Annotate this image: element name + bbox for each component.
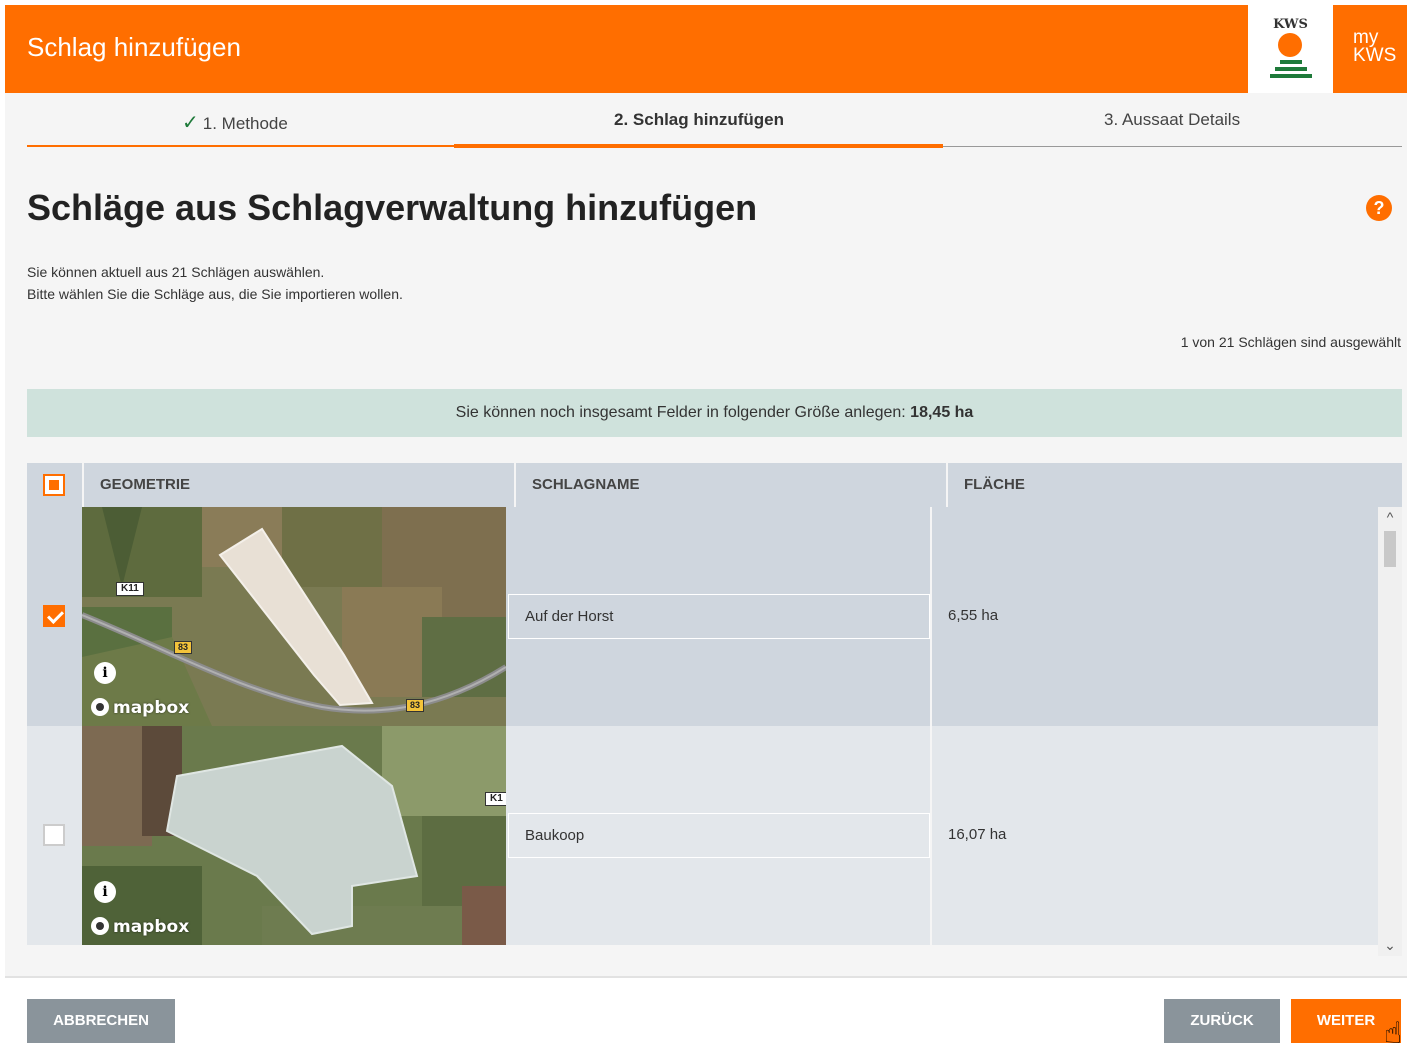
kws-logo[interactable]: KWS <box>1248 5 1333 93</box>
mapbox-logo[interactable]: mapbox <box>91 698 189 718</box>
step-progress-done <box>27 145 454 147</box>
mapbox-icon <box>91 917 109 935</box>
step-aussaat-details[interactable]: 3. Aussaat Details <box>1104 110 1240 130</box>
checkmark-icon: ✓ <box>182 112 199 134</box>
step-label: 3. Aussaat Details <box>1104 110 1241 129</box>
mapbox-icon <box>91 698 109 716</box>
mapbox-logo[interactable]: mapbox <box>91 917 189 937</box>
column-header-schlagname[interactable]: SCHLAGNAME <box>514 463 946 507</box>
road-number: 83 <box>406 699 425 712</box>
page-title: Schläge aus Schlagverwaltung hinzufügen <box>27 187 758 228</box>
field-map-thumbnail[interactable]: K11 83 83 i mapbox <box>82 507 506 726</box>
header-bar: Schlag hinzufügen <box>5 5 1248 93</box>
field-map-thumbnail[interactable]: K1 i mapbox <box>82 726 506 945</box>
map-info-icon[interactable]: i <box>94 662 116 684</box>
fields-table: GEOMETRIE SCHLAGNAME FLÄCHE K11 83 83 i … <box>27 463 1402 956</box>
sun-icon <box>1278 33 1302 57</box>
table-row[interactable]: K1 i mapbox Baukoop 16,07 ha <box>27 726 1378 945</box>
table-scrollbar[interactable]: ^ ⌄ <box>1378 507 1402 956</box>
footer-bar: ABBRECHEN ZURÜCK WEITER <box>5 978 1407 1053</box>
map-info-icon[interactable]: i <box>94 881 116 903</box>
scroll-up-icon[interactable]: ^ <box>1378 509 1402 525</box>
mapbox-text: mapbox <box>113 698 190 718</box>
scroll-down-icon[interactable]: ⌄ <box>1378 937 1402 954</box>
field-lines-icon <box>1268 57 1313 78</box>
mapbox-text: mapbox <box>113 917 190 937</box>
step-label: 1. Methode <box>202 114 288 133</box>
table-header: GEOMETRIE SCHLAGNAME FLÄCHE <box>27 463 1402 507</box>
table-row[interactable]: K11 83 83 i mapbox Auf der Horst 6,55 ha <box>27 507 1378 726</box>
kws-logo-text: KWS <box>1273 17 1308 32</box>
info-bar-value: 18,45 ha <box>910 404 974 421</box>
select-all-checkbox[interactable] <box>43 474 65 496</box>
step-schlag-hinzufuegen[interactable]: 2. Schlag hinzufügen <box>614 110 784 130</box>
scrollbar-thumb[interactable] <box>1384 531 1396 567</box>
app-window: Schlag hinzufügen KWS my KWS ✓ 1. Methode… <box>5 5 1407 1053</box>
wizard-steps: ✓ 1. Methode 2. Schlag hinzufügen 3. Auss… <box>27 93 1402 151</box>
row-checkbox[interactable] <box>43 824 65 846</box>
hand-cursor-icon: ☝ <box>1384 1017 1403 1050</box>
info-bar-text: Sie können noch insgesamt Felder in folg… <box>455 404 911 421</box>
description-line-1: Sie können aktuell aus 21 Schlägen auswä… <box>27 264 325 280</box>
description-line-2: Bitte wählen Sie die Schläge aus, die Si… <box>27 286 403 302</box>
header-title: Schlag hinzufügen <box>27 32 241 62</box>
column-header-geometrie[interactable]: GEOMETRIE <box>82 463 514 507</box>
field-name-input[interactable]: Baukoop <box>508 813 930 858</box>
row-checkbox[interactable] <box>43 605 65 627</box>
step-label: 2. Schlag hinzufügen <box>614 110 785 129</box>
cancel-button[interactable]: ABBRECHEN <box>27 999 175 1043</box>
field-area: 6,55 ha <box>948 607 999 624</box>
field-area: 16,07 ha <box>948 826 1007 843</box>
column-divider <box>930 507 932 726</box>
step-methode[interactable]: ✓ 1. Methode <box>182 110 288 135</box>
step-progress-pending <box>943 146 1402 147</box>
road-number: 83 <box>174 641 193 654</box>
my-kws-button[interactable]: my KWS <box>1333 5 1407 93</box>
road-label: K11 <box>116 582 144 596</box>
column-divider <box>930 726 932 945</box>
back-button[interactable]: ZURÜCK <box>1164 999 1280 1043</box>
kws-label: KWS <box>1353 45 1397 66</box>
field-name-input[interactable]: Auf der Horst <box>508 594 930 639</box>
column-header-flaeche[interactable]: FLÄCHE <box>946 463 1402 507</box>
step-progress-active <box>454 144 943 148</box>
selection-count: 1 von 21 Schlägen sind ausgewählt <box>1180 334 1401 350</box>
help-icon[interactable]: ? <box>1366 195 1392 221</box>
road-label: K1 <box>485 792 506 806</box>
info-bar: Sie können noch insgesamt Felder in folg… <box>27 389 1402 437</box>
